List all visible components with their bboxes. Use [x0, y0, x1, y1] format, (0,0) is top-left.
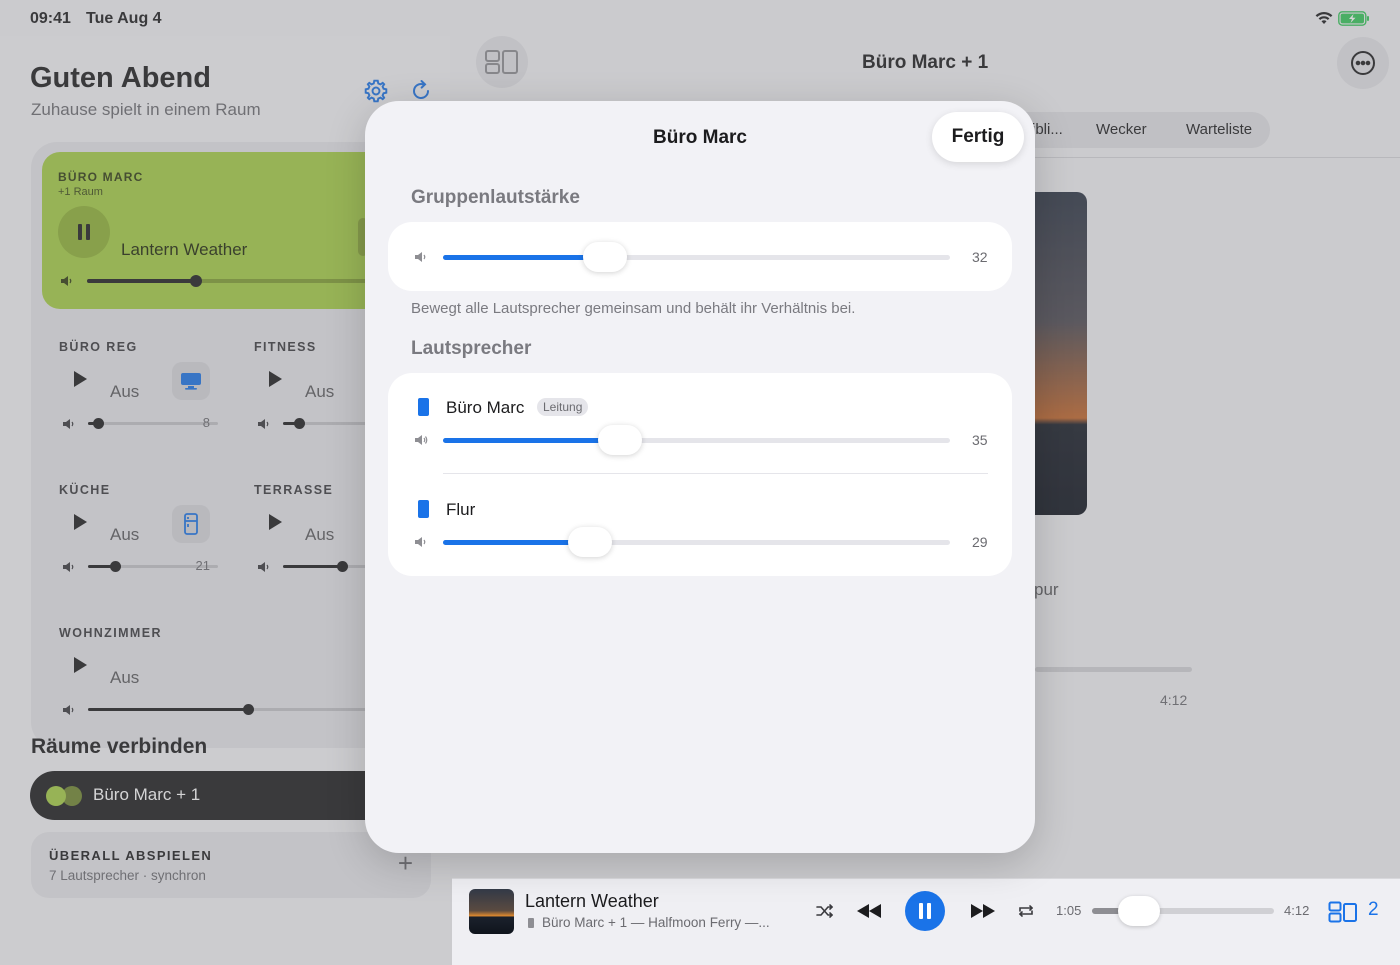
speaker-name: Büro Marc [446, 398, 525, 417]
speaker-device-icon [418, 398, 429, 416]
speaker-small-icon [528, 918, 534, 928]
speaker-icon [415, 252, 426, 262]
done-button[interactable]: Fertig [932, 112, 1024, 162]
slider-fill [443, 438, 621, 443]
speaker-volume-slider[interactable]: 29 [388, 527, 1012, 557]
now-playing-subtitle: Büro Marc + 1 — Halfmoon Ferry —... [542, 915, 770, 930]
elapsed-time: 1:05 [1056, 903, 1082, 918]
speaker-icon [415, 435, 428, 445]
slider-thumb[interactable] [568, 527, 613, 557]
repeat-icon [1018, 905, 1034, 917]
leader-badge: Leitung [537, 398, 589, 416]
pause-icon [919, 903, 931, 919]
speaker-volume-slider[interactable]: 35 [388, 425, 1012, 455]
group-volume-slider[interactable]: 32 [388, 242, 1012, 272]
speakers-title: Lautsprecher [411, 338, 532, 359]
group-volume-sheet: Büro Marc Fertig Gruppenlautstärke 32 Be… [365, 101, 1035, 853]
slider-thumb[interactable] [598, 425, 643, 455]
rewind-icon [857, 904, 881, 918]
now-playing-title: Lantern Weather [525, 891, 659, 911]
previous-button[interactable] [854, 899, 884, 923]
group-volume-value: 32 [972, 249, 988, 265]
play-pause-button[interactable] [905, 891, 945, 931]
progress-thumb[interactable] [1118, 896, 1161, 926]
speakers-card: Büro Marc Leitung 35 Flur 29 [388, 373, 1012, 576]
shuffle-icon [816, 904, 834, 918]
group-volume-title: Gruppenlautstärke [411, 187, 580, 208]
group-volume-hint: Bewegt alle Lautsprecher gemeinsam und b… [411, 300, 856, 317]
slider-thumb[interactable] [583, 242, 628, 272]
speaker-group-icon[interactable] [1328, 901, 1358, 923]
speaker-icon [415, 537, 426, 547]
group-volume-card: 32 [388, 222, 1012, 291]
speaker-device-icon [418, 500, 429, 518]
speaker-group-count[interactable]: 2 [1368, 899, 1379, 921]
next-button[interactable] [968, 899, 998, 923]
fast-forward-icon [971, 904, 995, 918]
shuffle-button[interactable] [814, 901, 836, 921]
speaker-volume-value: 35 [972, 432, 988, 448]
divider [443, 473, 988, 474]
now-playing-art[interactable] [469, 889, 514, 934]
speaker-name: Flur [446, 500, 476, 519]
total-time: 4:12 [1284, 903, 1310, 918]
now-playing-bar: Lantern Weather Büro Marc + 1 — Halfmoon… [452, 878, 1400, 965]
speaker-volume-value: 29 [972, 534, 988, 550]
slider-fill [443, 255, 606, 260]
repeat-button[interactable] [1015, 901, 1037, 921]
